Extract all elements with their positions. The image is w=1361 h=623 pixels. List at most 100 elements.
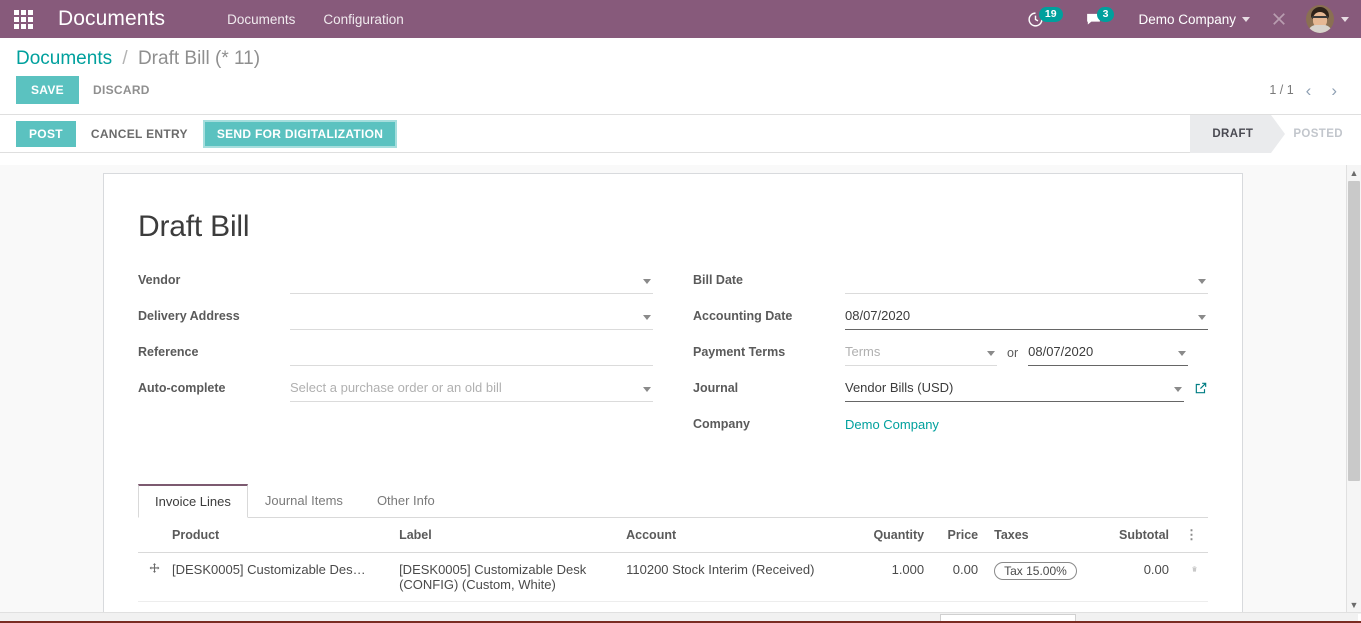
column-label[interactable]: Label xyxy=(391,518,619,553)
pager-next-button[interactable]: › xyxy=(1323,80,1345,101)
field-auto-complete-label: Auto-complete xyxy=(138,381,226,395)
vendor-input[interactable] xyxy=(290,270,653,294)
cell-subtotal: 0.00 xyxy=(1100,552,1177,602)
breadcrumb-current: Draft Bill (* 11) xyxy=(137,48,261,69)
bill-date-input[interactable] xyxy=(845,270,1208,294)
notebook-tabs: Invoice Lines Journal Items Other Info xyxy=(138,484,1208,518)
control-panel: Documents / Draft Bill (* 11) SAVE DISCA… xyxy=(0,38,1361,115)
apps-menu-toggle[interactable] xyxy=(0,0,46,38)
field-accounting-date: Accounting Date 08/07/2020 xyxy=(693,306,1208,331)
tab-journal-items[interactable]: Journal Items xyxy=(248,484,360,518)
company-name-label: Demo Company xyxy=(1138,11,1236,27)
vertical-scrollbar[interactable]: ▲ ▼ xyxy=(1346,165,1361,612)
field-vendor-label: Vendor xyxy=(138,273,181,287)
field-bill-date: Bill Date xyxy=(693,270,1208,295)
status-bar: POST CANCEL ENTRY SEND FOR DIGITALIZATIO… xyxy=(0,114,1361,153)
activity-menu-button[interactable]: 19 xyxy=(1017,6,1073,28)
form-column-left: Vendor Delivery Address Reference Auto-c… xyxy=(138,270,653,450)
pager-previous-button[interactable]: ‹ xyxy=(1298,80,1320,101)
navbar-right-area: 19 3 Demo Company xyxy=(1017,5,1361,33)
chevron-down-icon[interactable] xyxy=(1174,387,1182,392)
cell-delete[interactable] xyxy=(1177,552,1208,602)
cell-taxes[interactable]: Tax 15.00% xyxy=(986,552,1101,602)
top-navbar: Documents Documents Configuration 19 3 D… xyxy=(0,0,1361,38)
form-sheet: Draft Bill Vendor Delivery Address Refer… xyxy=(103,173,1243,612)
delivery-address-input[interactable] xyxy=(290,306,653,330)
chevron-down-icon xyxy=(1242,16,1250,22)
column-account[interactable]: Account xyxy=(618,518,855,553)
column-options-button[interactable]: ⋮ xyxy=(1177,518,1208,553)
vertical-scrollbar-thumb[interactable] xyxy=(1348,181,1360,481)
row-drag-handle[interactable] xyxy=(138,552,164,602)
nav-menu-configuration[interactable]: Configuration xyxy=(309,0,417,38)
add-links-cell: Add a line Add a section Add a note xyxy=(138,601,1208,612)
pager: 1 / 1 ‹ › xyxy=(1269,80,1345,101)
chevron-down-icon[interactable] xyxy=(643,315,651,320)
breadcrumb: Documents / Draft Bill (* 11) xyxy=(16,48,260,70)
field-delivery-address: Delivery Address xyxy=(138,306,653,331)
scroll-down-button[interactable]: ▼ xyxy=(1347,597,1361,612)
payment-terms-input[interactable]: Terms xyxy=(845,342,997,366)
tab-other-info[interactable]: Other Info xyxy=(360,484,452,518)
chevron-down-icon[interactable] xyxy=(1178,351,1187,356)
cell-account[interactable]: 110200 Stock Interim (Received) xyxy=(618,552,855,602)
due-date-input[interactable]: 08/07/2020 xyxy=(1028,342,1189,366)
chevron-down-icon[interactable] xyxy=(643,387,651,392)
debug-tools-button[interactable] xyxy=(1260,10,1298,28)
save-button[interactable]: SAVE xyxy=(16,76,79,104)
invoice-lines-table: Product Label Account Quantity Price Tax… xyxy=(138,518,1208,612)
field-auto-complete: Auto-complete Select a purchase order or… xyxy=(138,378,653,403)
tax-badge: Tax 15.00% xyxy=(994,562,1077,580)
status-pipeline: DRAFT POSTED xyxy=(1190,114,1361,153)
reference-input[interactable] xyxy=(290,342,653,366)
form-column-right: Bill Date Accounting Date 08/07/2020 Pay… xyxy=(693,270,1208,450)
notebook: Invoice Lines Journal Items Other Info P… xyxy=(138,484,1208,612)
column-quantity[interactable]: Quantity xyxy=(854,518,933,553)
journal-input[interactable]: Vendor Bills (USD) xyxy=(845,378,1184,402)
tab-invoice-lines[interactable]: Invoice Lines xyxy=(138,484,248,518)
post-button[interactable]: POST xyxy=(16,120,76,147)
field-journal-label: Journal xyxy=(693,381,739,395)
messages-menu-button[interactable]: 3 xyxy=(1075,6,1125,28)
messages-count-badge: 3 xyxy=(1096,6,1115,22)
field-journal: Journal Vendor Bills (USD) xyxy=(693,378,1208,403)
user-menu[interactable] xyxy=(1300,5,1349,33)
table-row[interactable]: [DESK0005] Customizable Des… [DESK0005] … xyxy=(138,552,1208,602)
table-header-row: Product Label Account Quantity Price Tax… xyxy=(138,518,1208,553)
page-title: Draft Bill xyxy=(138,210,250,243)
chevron-down-icon[interactable] xyxy=(643,279,651,284)
journal-open-record-button[interactable] xyxy=(1194,378,1208,395)
chevron-down-icon[interactable] xyxy=(987,351,995,356)
chevron-down-icon[interactable] xyxy=(1198,315,1206,320)
form-view-scroll-area: Draft Bill Vendor Delivery Address Refer… xyxy=(0,165,1346,612)
cell-label[interactable]: [DESK0005] Customizable Desk (CONFIG) (C… xyxy=(391,552,619,602)
nav-menu-documents[interactable]: Documents xyxy=(213,0,309,38)
app-brand-title[interactable]: Documents xyxy=(58,7,165,31)
drag-handle-icon xyxy=(149,563,160,573)
field-payment-terms-label: Payment Terms xyxy=(693,345,786,359)
company-value[interactable]: Demo Company xyxy=(845,414,1208,434)
chevron-down-icon[interactable] xyxy=(1198,279,1206,284)
cell-product[interactable]: [DESK0005] Customizable Des… xyxy=(164,552,392,602)
tools-wrench-icon xyxy=(1273,13,1285,25)
cancel-entry-button[interactable]: CANCEL ENTRY xyxy=(78,121,201,147)
company-switcher[interactable]: Demo Company xyxy=(1126,12,1258,27)
column-price[interactable]: Price xyxy=(932,518,987,553)
avatar xyxy=(1306,5,1334,33)
column-taxes[interactable]: Taxes xyxy=(986,518,1101,553)
column-subtotal[interactable]: Subtotal xyxy=(1100,518,1177,553)
scroll-up-button[interactable]: ▲ xyxy=(1347,165,1361,180)
accounting-date-input[interactable]: 08/07/2020 xyxy=(845,306,1208,330)
payment-terms-or-label: or xyxy=(1007,346,1019,360)
breadcrumb-separator: / xyxy=(122,48,128,69)
form-field-groups: Vendor Delivery Address Reference Auto-c… xyxy=(138,270,1208,450)
cell-price[interactable]: 0.00 xyxy=(932,552,987,602)
breadcrumb-root[interactable]: Documents xyxy=(16,48,112,69)
discard-button[interactable]: DISCARD xyxy=(79,76,164,104)
status-stage-draft[interactable]: DRAFT xyxy=(1190,114,1286,153)
send-for-digitalization-button[interactable]: SEND FOR DIGITALIZATION xyxy=(202,119,398,148)
cell-quantity[interactable]: 1.000 xyxy=(854,552,933,602)
field-delivery-address-label: Delivery Address xyxy=(138,309,240,323)
auto-complete-input[interactable]: Select a purchase order or an old bill xyxy=(290,378,653,402)
column-product[interactable]: Product xyxy=(164,518,392,553)
